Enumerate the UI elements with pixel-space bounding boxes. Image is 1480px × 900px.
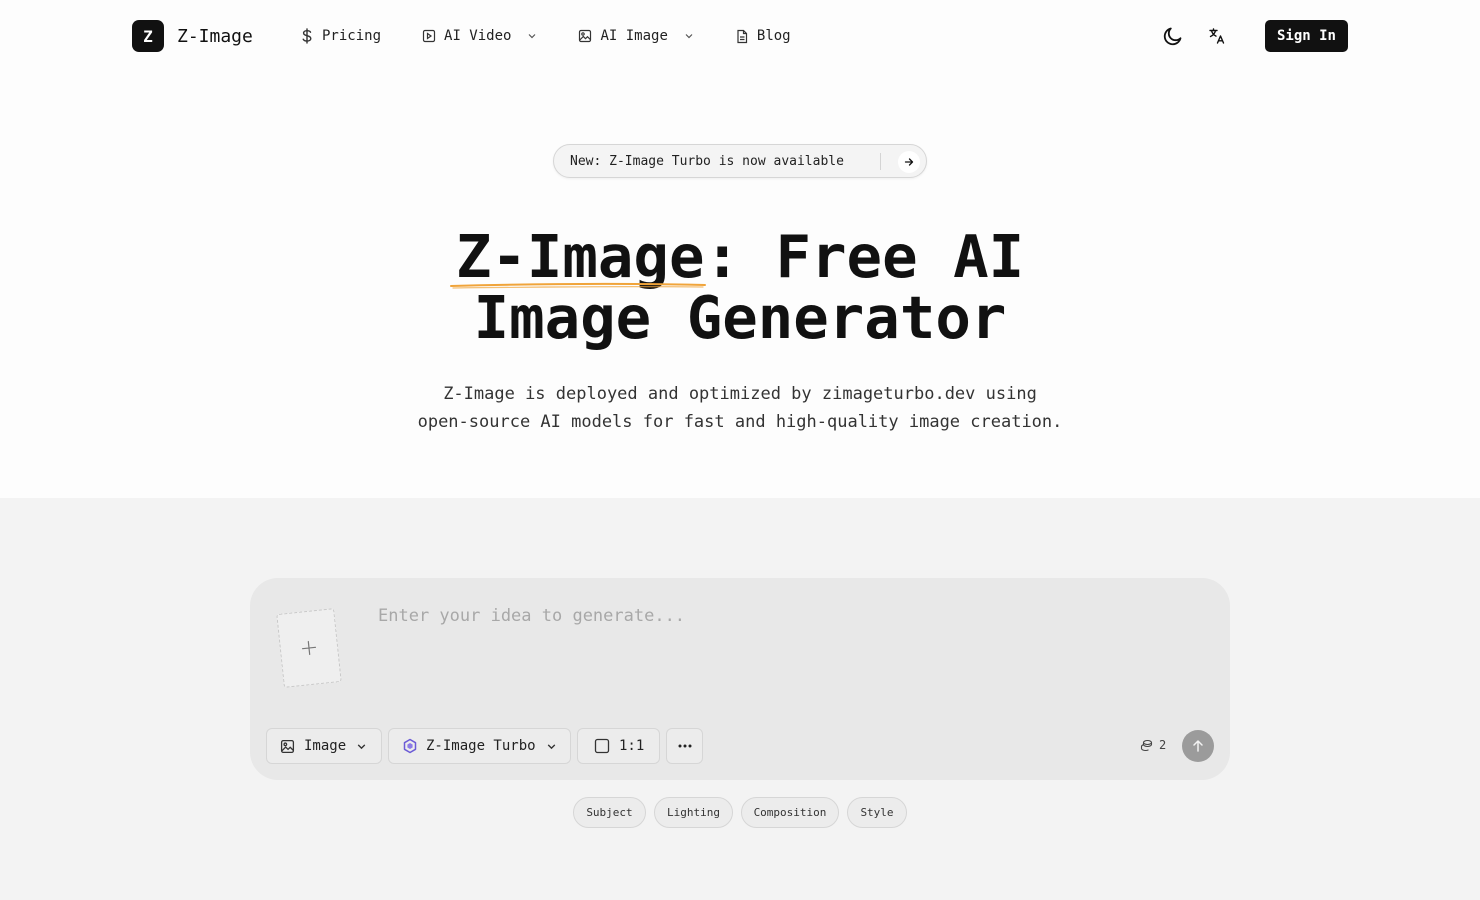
document-icon — [737, 29, 747, 43]
announcement-text: New: Z-Image Turbo is now available — [570, 153, 844, 169]
image-upload-button[interactable] — [276, 608, 342, 688]
announcement-divider — [880, 153, 881, 170]
subtitle-line-1: Z-Image is deployed and optimized by zim… — [443, 384, 1037, 404]
announcement-banner[interactable]: New: Z-Image Turbo is now available — [553, 144, 927, 178]
sign-in-button[interactable]: Sign In — [1265, 20, 1348, 52]
more-horizontal-icon — [678, 744, 691, 748]
translate-icon — [1209, 28, 1225, 44]
chevron-down-icon — [547, 743, 555, 749]
brand-logo[interactable]: Z Z-Image — [132, 20, 253, 52]
aspect-ratio-select[interactable]: 1:1 — [577, 728, 660, 764]
top-nav: Z Z-Image Pricing AI Video AI Image Blog… — [0, 0, 1480, 72]
nav-item-label: AI Image — [600, 28, 668, 44]
generate-button[interactable] — [1182, 730, 1214, 762]
prompt-tag-style[interactable]: Style — [847, 797, 907, 828]
nav-item-label: Blog — [756, 28, 791, 44]
image-icon — [280, 739, 295, 753]
model-label: Z-Image Turbo — [426, 738, 536, 754]
title-line-2: Image Generator — [473, 283, 1007, 352]
nav-item-ai-video[interactable]: AI Video — [422, 26, 537, 46]
mode-select[interactable]: Image — [266, 728, 382, 764]
theme-toggle[interactable] — [1159, 22, 1187, 50]
plus-icon — [301, 640, 317, 656]
language-button[interactable] — [1203, 22, 1231, 50]
image-icon — [579, 29, 592, 43]
subtitle-line-2: open-source AI models for fast and high-… — [417, 412, 1063, 432]
chevron-down-icon — [357, 743, 366, 749]
coins-icon — [1140, 739, 1153, 751]
nav-item-pricing[interactable]: Pricing — [300, 26, 381, 46]
model-logo-icon — [403, 738, 417, 754]
title-underline — [450, 282, 706, 289]
prompt-input[interactable] — [378, 606, 1198, 696]
nav-item-label: Pricing — [322, 28, 382, 44]
title-rest: : Free AI — [704, 222, 1025, 291]
credits-count: 2 — [1159, 738, 1167, 752]
video-icon — [422, 29, 436, 43]
prompt-tag-subject[interactable]: Subject — [573, 797, 646, 828]
square-icon — [594, 738, 610, 754]
logo-mark: Z — [132, 20, 164, 52]
hero-subtitle: Z-Image is deployed and optimized by zim… — [340, 380, 1140, 436]
chevron-down-icon — [529, 34, 536, 39]
nav-item-blog[interactable]: Blog — [735, 26, 791, 46]
arrow-right-icon — [904, 158, 914, 166]
nav-item-ai-image[interactable]: AI Image — [578, 26, 693, 46]
more-options-button[interactable] — [666, 728, 703, 764]
moon-icon — [1163, 27, 1182, 46]
chevron-down-icon — [685, 34, 693, 39]
announcement-arrow[interactable] — [898, 151, 920, 173]
nav-links: Pricing AI Video AI Image Blog — [300, 26, 832, 46]
dollar-icon — [302, 28, 312, 44]
mode-label: Image — [304, 738, 347, 754]
prompt-tag-lighting[interactable]: Lighting — [654, 797, 733, 828]
credits-indicator: 2 — [1140, 738, 1166, 752]
arrow-up-icon — [1193, 740, 1203, 752]
ratio-label: 1:1 — [619, 738, 645, 754]
prompt-tag-composition[interactable]: Composition — [741, 797, 839, 828]
nav-item-label: AI Video — [444, 28, 512, 44]
brand-name: Z-Image — [177, 25, 253, 47]
model-select[interactable]: Z-Image Turbo — [388, 728, 571, 764]
